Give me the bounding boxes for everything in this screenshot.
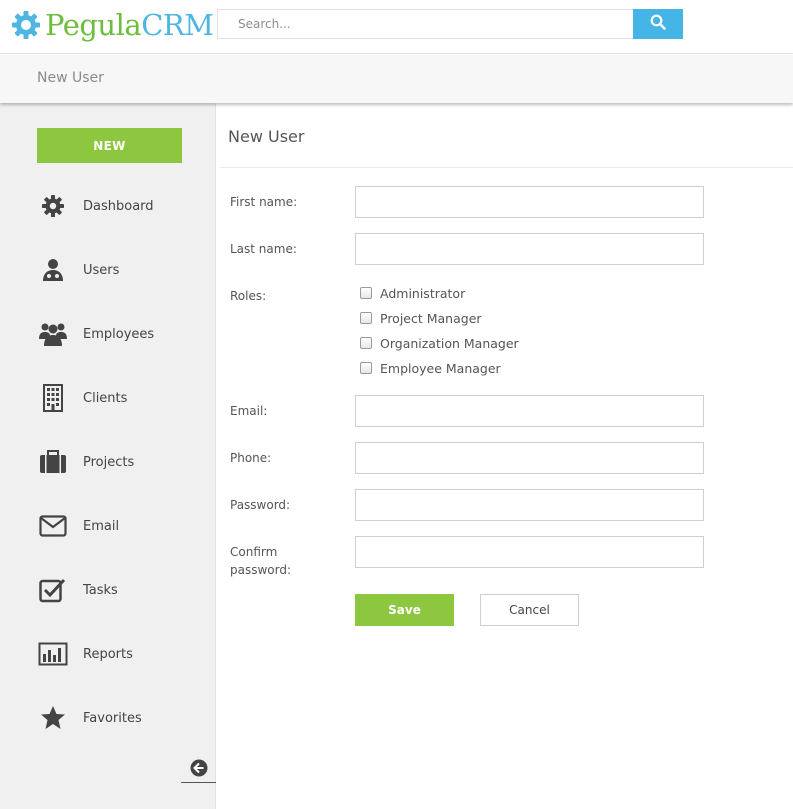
star-icon	[37, 702, 69, 734]
search-bar	[217, 9, 683, 39]
title-divider	[220, 167, 793, 168]
email-label: Email:	[230, 404, 268, 418]
sidebar-item-reports[interactable]: Reports	[37, 634, 207, 674]
briefcase-icon	[37, 446, 69, 478]
search-input[interactable]	[218, 10, 634, 38]
breadcrumb-current: New User	[37, 70, 104, 86]
sidebar-item-employees[interactable]: Employees	[37, 314, 207, 354]
user-icon	[37, 254, 69, 286]
checkbox-icon	[37, 574, 69, 606]
role-label: Employee Manager	[380, 360, 501, 376]
sidebar-item-label: Reports	[83, 646, 133, 662]
first-name-field[interactable]	[355, 186, 704, 218]
group-icon	[37, 318, 69, 350]
save-button[interactable]: Save	[355, 594, 454, 626]
sidebar-item-projects[interactable]: Projects	[37, 442, 207, 482]
first-name-label: First name:	[230, 195, 298, 209]
sidebar-item-dashboard[interactable]: Dashboard	[37, 186, 207, 226]
confirm-password-label-line1: Confirm	[230, 545, 278, 559]
page-title: New User	[228, 127, 305, 146]
app-logo[interactable]: PegulaCRM	[10, 7, 214, 43]
logo-gear-icon	[10, 9, 42, 41]
logo-text-part1: Pegula	[45, 8, 142, 42]
sidebar-item-label: Favorites	[83, 710, 142, 726]
sidebar-item-label: Users	[83, 262, 120, 278]
role-label: Organization Manager	[380, 335, 519, 351]
email-field[interactable]	[355, 395, 704, 427]
last-name-label: Last name:	[230, 242, 297, 256]
role-checkbox[interactable]	[360, 287, 372, 299]
top-bar: PegulaCRM	[0, 0, 793, 54]
password-field[interactable]	[355, 489, 704, 521]
sidebar-item-label: Clients	[83, 390, 128, 406]
bar-chart-icon	[37, 638, 69, 670]
role-project-manager[interactable]: Project Manager	[360, 309, 482, 327]
search-icon	[650, 14, 666, 34]
building-icon	[37, 382, 69, 414]
sidebar-item-favorites[interactable]: Favorites	[37, 698, 207, 738]
sidebar-item-label: Email	[83, 518, 120, 534]
sidebar: NEW Dashboard Users Employees Clients Pr…	[0, 103, 216, 809]
role-organization-manager[interactable]: Organization Manager	[360, 334, 519, 352]
role-employee-manager[interactable]: Employee Manager	[360, 359, 501, 377]
new-button[interactable]: NEW	[37, 128, 182, 163]
logo-text: PegulaCRM	[45, 7, 214, 43]
arrow-left-circle-icon	[190, 759, 208, 781]
collapse-sidebar-button[interactable]	[181, 758, 216, 783]
sidebar-item-label: Dashboard	[83, 198, 154, 214]
password-label: Password:	[230, 498, 291, 512]
sidebar-item-label: Tasks	[83, 582, 118, 598]
role-checkbox[interactable]	[360, 337, 372, 349]
phone-field[interactable]	[355, 442, 704, 474]
breadcrumb: New User	[0, 55, 793, 103]
roles-label: Roles:	[230, 289, 267, 303]
role-label: Project Manager	[380, 310, 482, 326]
last-name-field[interactable]	[355, 233, 704, 265]
role-checkbox[interactable]	[360, 362, 372, 374]
sidebar-item-label: Projects	[83, 454, 135, 470]
confirm-password-label-line2: password:	[230, 563, 292, 577]
confirm-password-field[interactable]	[355, 536, 704, 568]
role-checkbox[interactable]	[360, 312, 372, 324]
cancel-button[interactable]: Cancel	[480, 594, 579, 626]
role-administrator[interactable]: Administrator	[360, 284, 465, 302]
search-button[interactable]	[633, 9, 683, 39]
sidebar-item-email[interactable]: Email	[37, 506, 207, 546]
sidebar-item-users[interactable]: Users	[37, 250, 207, 290]
envelope-icon	[37, 510, 69, 542]
logo-text-part2: CRM	[141, 8, 214, 42]
sidebar-item-label: Employees	[83, 326, 155, 342]
sidebar-item-tasks[interactable]: Tasks	[37, 570, 207, 610]
phone-label: Phone:	[230, 451, 272, 465]
sidebar-item-clients[interactable]: Clients	[37, 378, 207, 418]
role-label: Administrator	[380, 285, 466, 301]
gear-icon	[37, 190, 69, 222]
